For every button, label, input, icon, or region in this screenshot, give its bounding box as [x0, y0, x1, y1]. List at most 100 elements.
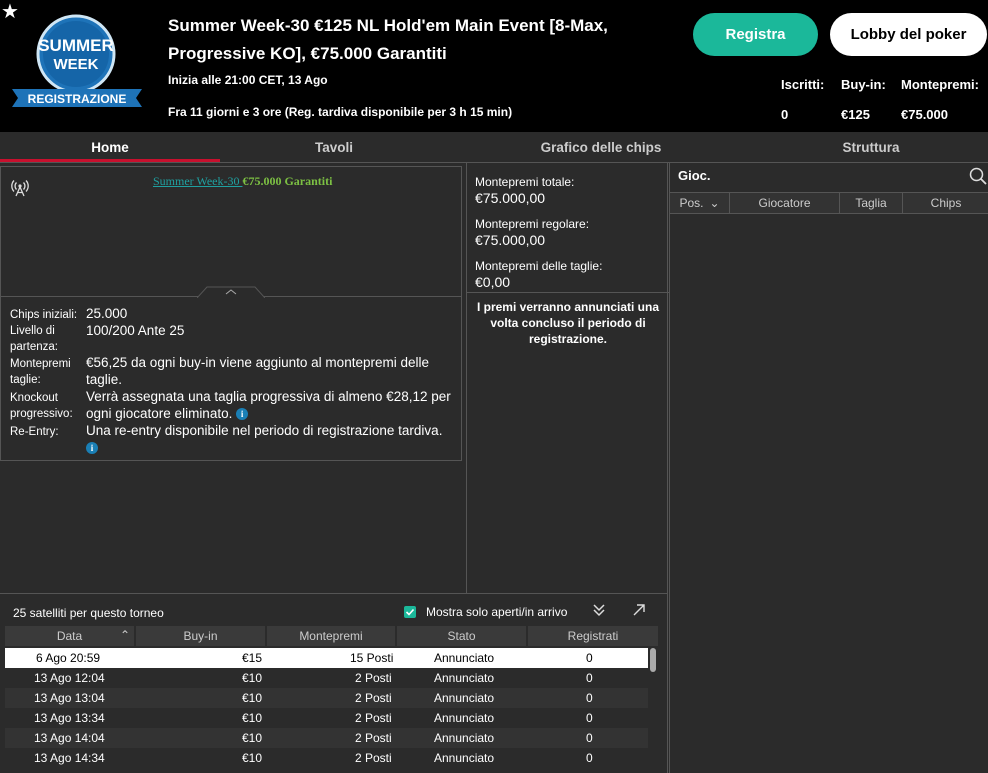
bounty-pool-value: €56,25 da ogni buy-in viene aggiunto al …: [86, 355, 429, 387]
tournament-banner-link[interactable]: Summer Week-30: [153, 174, 242, 188]
regular-prize-value: €75.000,00: [475, 232, 546, 248]
open-only-checkbox[interactable]: [404, 606, 416, 618]
broadcast-icon: [11, 180, 29, 197]
cell-date: 13 Ago 14:34: [34, 751, 105, 765]
bounty-prize-label: Montepremi delle taglie:: [475, 259, 603, 273]
cell-prize: 2 Posti: [355, 751, 392, 765]
progressive-ko-value: Verrà assegnata una taglia progressiva d…: [86, 389, 451, 421]
cell-prize: 2 Posti: [355, 691, 392, 705]
starting-level-label: Livello di partenza:: [10, 325, 58, 353]
tab-chip-chart[interactable]: Grafico delle chips: [448, 132, 754, 163]
cell-prize: 2 Posti: [355, 711, 392, 725]
cell-date: 6 Ago 20:59: [36, 651, 101, 665]
cell-status: Annunciato: [434, 711, 495, 725]
table-row[interactable]: 13 Ago 14:34 €10 2 Posti Annunciato 0: [5, 748, 648, 768]
table-row[interactable]: 6 Ago 20:59 €15 15 Posti Annunciato 0: [5, 648, 648, 668]
players-panel: Gioc. Pos. ⌄ Giocatore Taglia Chips: [669, 163, 988, 773]
progressive-ko-row: Verrà assegnata una taglia progressiva d…: [86, 388, 456, 422]
table-row[interactable]: 13 Ago 12:04 €10 2 Posti Annunciato 0: [5, 668, 648, 688]
tab-tables[interactable]: Tavoli: [220, 132, 448, 163]
col-registered[interactable]: Registrati: [528, 626, 658, 646]
logo-banner-text: REGISTRAZIONE: [28, 92, 127, 106]
entrants-value: 0: [781, 107, 789, 122]
satellites-panel: 25 satelliti per questo torneo Mostra so…: [0, 593, 668, 773]
cell-registered: 0: [586, 671, 593, 685]
chevron-down-icon[interactable]: ⌄: [709, 196, 719, 210]
cell-date: 13 Ago 13:04: [34, 691, 105, 705]
expand-arrow-icon[interactable]: [632, 603, 646, 617]
cell-prize: 2 Posti: [355, 731, 392, 745]
satellites-count: 25 satelliti per questo torneo: [13, 606, 164, 620]
late-registration-info: Fra 11 giorni e 3 ore (Reg. tardiva disp…: [168, 105, 513, 119]
prize-announcement-note: I premi verranno annunciati una volta co…: [476, 300, 660, 346]
cell-date: 13 Ago 13:34: [34, 711, 105, 725]
total-prize-label: Montepremi totale:: [475, 175, 575, 189]
info-icon[interactable]: i: [86, 442, 98, 455]
col-date-label: Data: [56, 629, 83, 643]
col-player[interactable]: Giocatore: [730, 193, 840, 213]
tournament-banner-title: Summer Week-30 €75.000 Garantiti: [153, 174, 332, 189]
cell-date: 13 Ago 14:04: [34, 731, 105, 745]
cell-prize: 15 Posti: [350, 651, 394, 665]
bounty-prize-value: €0,00: [475, 274, 511, 290]
tournament-banner-guarantee: €75.000 Garantiti: [242, 174, 333, 188]
logo-text-summer: SUMMER: [38, 36, 114, 55]
col-status[interactable]: Stato: [397, 626, 528, 646]
reentry-value: Una re-entry disponibile nel periodo di …: [86, 423, 443, 438]
bounty-pool-label: Montepremi taglie:: [10, 358, 71, 386]
cell-buyin: €10: [242, 731, 263, 745]
table-row[interactable]: 13 Ago 13:34 €10 2 Posti Annunciato 0: [5, 708, 648, 728]
starting-chips-label: Chips iniziali:: [10, 309, 78, 321]
players-title: Gioc.: [678, 168, 711, 183]
search-icon[interactable]: [969, 167, 987, 185]
tab-bar: Home Tavoli Grafico delle chips Struttur…: [0, 132, 988, 163]
satellites-scrollbar[interactable]: [650, 648, 656, 672]
open-only-label[interactable]: Mostra solo aperti/in arrivo: [426, 605, 567, 619]
prize-pool-panel: Montepremi totale: €75.000,00 Montepremi…: [466, 163, 669, 593]
sort-up-icon: ⌃: [119, 628, 130, 642]
cell-registered: 0: [586, 731, 593, 745]
cell-buyin: €10: [242, 671, 263, 685]
cell-status: Annunciato: [434, 751, 495, 765]
reentry-label: Re-Entry:: [10, 426, 59, 438]
cell-status: Annunciato: [434, 691, 495, 705]
prize-pool-label: Montepremi:: [901, 77, 979, 92]
info-icon[interactable]: i: [236, 408, 249, 421]
prize-divider: [467, 292, 669, 293]
poker-lobby-button[interactable]: Lobby del poker: [830, 13, 987, 56]
cell-date: 13 Ago 12:04: [34, 671, 105, 685]
cell-prize: 2 Posti: [355, 671, 392, 685]
cell-registered: 0: [586, 751, 593, 765]
tab-structure[interactable]: Struttura: [754, 132, 988, 163]
total-prize-value: €75.000,00: [475, 190, 546, 206]
cell-status: Annunciato: [434, 731, 495, 745]
cell-buyin: €10: [242, 711, 263, 725]
progressive-ko-label: Knockout progressivo:: [10, 392, 73, 420]
cell-buyin: €15: [242, 651, 263, 665]
starting-chips-value: 25.000: [86, 306, 128, 321]
satellites-table-header: Data ⌃ Buy-in Montepremi Stato Registrati: [5, 626, 658, 646]
buyin-value: €125: [841, 107, 870, 122]
tournament-title: Summer Week-30 €125 NL Hold'em Main Even…: [168, 16, 608, 63]
cell-buyin: €10: [242, 751, 263, 765]
cell-status: Annunciato: [434, 671, 495, 685]
double-chevron-down-icon[interactable]: [592, 603, 606, 617]
start-time: Inizia alle 21:00 CET, 13 Ago: [168, 73, 328, 87]
table-row[interactable]: 13 Ago 14:04 €10 2 Posti Annunciato 0: [5, 728, 648, 748]
tournament-details: Chips iniziali: 25.000 Livello di parten…: [0, 297, 462, 461]
register-button[interactable]: Registra: [693, 13, 818, 56]
table-row[interactable]: 13 Ago 13:04 €10 2 Posti Annunciato 0: [5, 688, 648, 708]
col-buyin[interactable]: Buy-in: [136, 626, 267, 646]
reentry-row: Una re-entry disponibile nel periodo di …: [86, 422, 456, 456]
col-date[interactable]: Data ⌃: [5, 626, 136, 646]
cell-registered: 0: [586, 651, 593, 665]
col-prizepool[interactable]: Montepremi: [267, 626, 397, 646]
col-chips[interactable]: Chips: [903, 193, 988, 213]
entrants-label: Iscritti:: [781, 77, 825, 92]
tournament-banner-area: Summer Week-30 €75.000 Garantiti: [0, 166, 462, 297]
summer-week-logo: SUMMER WEEK REGISTRAZIONE: [12, 14, 142, 107]
col-position[interactable]: Pos. ⌄: [670, 193, 730, 213]
cell-registered: 0: [586, 711, 593, 725]
col-bounty[interactable]: Taglia: [840, 193, 903, 213]
cell-buyin: €10: [242, 691, 263, 705]
